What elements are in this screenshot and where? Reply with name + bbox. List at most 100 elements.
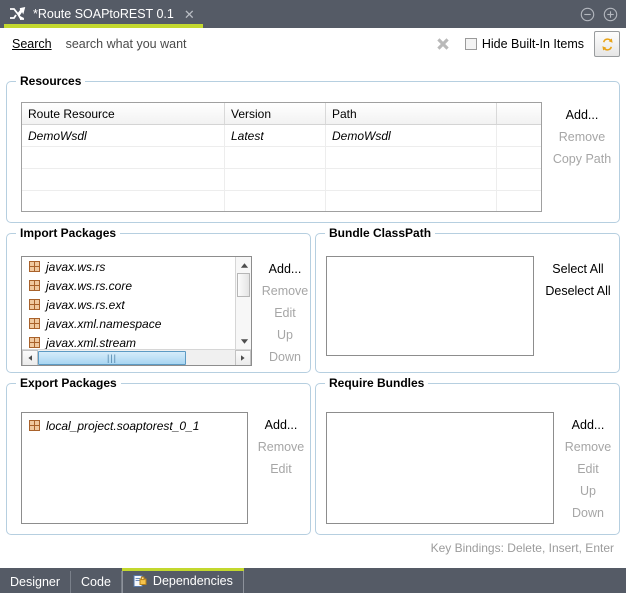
vertical-scroll-thumb[interactable] bbox=[237, 273, 250, 297]
cell-empty bbox=[22, 147, 225, 168]
table-row-empty[interactable] bbox=[22, 169, 541, 191]
require-bundles-add-button[interactable]: Add... bbox=[559, 414, 617, 436]
hide-builtin-checkbox[interactable] bbox=[465, 38, 477, 50]
cell-version: Latest bbox=[225, 125, 326, 146]
hide-builtin-checkbox-wrap[interactable]: Hide Built-In Items bbox=[465, 37, 584, 51]
column-header-version[interactable]: Version bbox=[225, 103, 326, 124]
export-packages-group-title: Export Packages bbox=[16, 376, 121, 390]
table-row-empty[interactable] bbox=[22, 191, 541, 212]
horizontal-scrollbar[interactable]: ||| bbox=[22, 349, 251, 365]
package-icon bbox=[28, 317, 41, 330]
column-header-path[interactable]: Path bbox=[326, 103, 497, 124]
editor-tab-route-soaptorest[interactable]: *Route SOAPtoREST 0.1 ✕ bbox=[0, 0, 203, 28]
import-packages-list[interactable]: javax.ws.rs javax.ws.rs.core bbox=[21, 256, 252, 366]
search-toolbar: Search Hide Built-In Items bbox=[0, 28, 626, 60]
tab-designer-label: Designer bbox=[10, 575, 60, 589]
cell-extra bbox=[497, 125, 541, 146]
require-bundles-edit-button[interactable]: Edit bbox=[559, 458, 617, 480]
require-bundles-down-button[interactable]: Down bbox=[559, 502, 617, 524]
refresh-sync-button[interactable] bbox=[594, 31, 620, 57]
column-header-route-resource[interactable]: Route Resource bbox=[22, 103, 225, 124]
maximize-circle-icon[interactable] bbox=[603, 7, 618, 22]
horizontal-scroll-track[interactable]: ||| bbox=[38, 350, 235, 366]
window-controls bbox=[580, 0, 618, 28]
list-item-label: javax.ws.rs bbox=[46, 260, 105, 274]
cell-empty bbox=[497, 147, 541, 168]
dependencies-icon bbox=[133, 574, 147, 588]
resources-group-title: Resources bbox=[16, 74, 85, 88]
import-packages-up-button[interactable]: Up bbox=[256, 324, 314, 346]
column-header-extra[interactable] bbox=[497, 103, 541, 124]
require-bundles-up-button[interactable]: Up bbox=[559, 480, 617, 502]
window-titlebar: *Route SOAPtoREST 0.1 ✕ bbox=[0, 0, 626, 28]
search-label[interactable]: Search bbox=[12, 37, 52, 51]
close-icon[interactable]: ✕ bbox=[184, 8, 195, 21]
cell-empty bbox=[326, 147, 497, 168]
scroll-left-icon[interactable] bbox=[22, 350, 38, 366]
editor-bottom-tabbar: Designer Code Dependencies bbox=[0, 568, 626, 593]
cell-path: DemoWsdl bbox=[326, 125, 497, 146]
require-bundles-list[interactable] bbox=[326, 412, 554, 524]
import-packages-remove-button[interactable]: Remove bbox=[256, 280, 314, 302]
cell-empty bbox=[497, 191, 541, 212]
resources-table[interactable]: Route Resource Version Path DemoWsdl Lat… bbox=[21, 102, 542, 212]
resources-copy-path-button[interactable]: Copy Path bbox=[547, 148, 617, 170]
clear-x-icon[interactable] bbox=[435, 36, 451, 52]
scroll-right-icon[interactable] bbox=[235, 350, 251, 366]
cell-empty bbox=[225, 191, 326, 212]
bundle-classpath-group: Bundle ClassPath Select All Deselect All bbox=[315, 233, 620, 373]
import-packages-actions: Add... Remove Edit Up Down bbox=[256, 258, 314, 368]
cell-empty bbox=[497, 169, 541, 190]
editor-tab-label: *Route SOAPtoREST 0.1 bbox=[33, 7, 174, 21]
list-item[interactable]: javax.ws.rs.ext bbox=[22, 295, 235, 314]
vertical-scrollbar[interactable] bbox=[235, 257, 251, 349]
list-item[interactable]: local_project.soaptorest_0_1 bbox=[22, 416, 247, 435]
hide-builtin-label: Hide Built-In Items bbox=[482, 37, 584, 51]
import-packages-down-button[interactable]: Down bbox=[256, 346, 314, 368]
list-item[interactable]: javax.xml.namespace bbox=[22, 314, 235, 333]
list-item[interactable]: javax.ws.rs.core bbox=[22, 276, 235, 295]
minimize-circle-icon[interactable] bbox=[580, 7, 595, 22]
tab-code[interactable]: Code bbox=[71, 571, 122, 593]
cell-empty bbox=[225, 169, 326, 190]
bundle-classpath-deselect-all-button[interactable]: Deselect All bbox=[538, 280, 618, 302]
resources-table-header: Route Resource Version Path bbox=[22, 103, 541, 125]
scroll-thumb-grip-icon: ||| bbox=[107, 353, 117, 363]
cell-empty bbox=[22, 191, 225, 212]
package-icon bbox=[28, 298, 41, 311]
bundle-classpath-actions: Select All Deselect All bbox=[538, 258, 618, 302]
cell-empty bbox=[326, 169, 497, 190]
resources-group: Resources Route Resource Version Path De… bbox=[6, 81, 620, 223]
search-input[interactable] bbox=[66, 37, 435, 51]
resources-remove-button[interactable]: Remove bbox=[547, 126, 617, 148]
cell-empty bbox=[22, 169, 225, 190]
bundle-classpath-list[interactable] bbox=[326, 256, 534, 356]
list-item-label: javax.xml.namespace bbox=[46, 317, 161, 331]
bundle-classpath-group-title: Bundle ClassPath bbox=[325, 226, 435, 240]
table-row-empty[interactable] bbox=[22, 147, 541, 169]
list-item[interactable]: javax.ws.rs bbox=[22, 257, 235, 276]
import-packages-edit-button[interactable]: Edit bbox=[256, 302, 314, 324]
resources-add-button[interactable]: Add... bbox=[547, 104, 617, 126]
resources-actions: Add... Remove Copy Path bbox=[547, 104, 617, 170]
tab-dependencies[interactable]: Dependencies bbox=[122, 568, 244, 593]
package-icon bbox=[28, 419, 41, 432]
table-row[interactable]: DemoWsdl Latest DemoWsdl bbox=[22, 125, 541, 147]
bundle-classpath-select-all-button[interactable]: Select All bbox=[538, 258, 618, 280]
import-packages-add-button[interactable]: Add... bbox=[256, 258, 314, 280]
export-packages-edit-button[interactable]: Edit bbox=[252, 458, 310, 480]
tab-designer[interactable]: Designer bbox=[0, 571, 71, 593]
list-item[interactable]: javax.xml.stream bbox=[22, 333, 235, 349]
horizontal-scroll-thumb[interactable]: ||| bbox=[38, 351, 186, 365]
cell-empty bbox=[326, 191, 497, 212]
export-packages-list[interactable]: local_project.soaptorest_0_1 bbox=[21, 412, 248, 524]
require-bundles-remove-button[interactable]: Remove bbox=[559, 436, 617, 458]
route-shuffle-icon bbox=[8, 5, 26, 23]
list-item-label: local_project.soaptorest_0_1 bbox=[46, 419, 199, 433]
list-item-label: javax.ws.rs.ext bbox=[46, 298, 125, 312]
import-packages-group: Import Packages javax.ws.rs bbox=[6, 233, 311, 373]
export-packages-remove-button[interactable]: Remove bbox=[252, 436, 310, 458]
export-packages-add-button[interactable]: Add... bbox=[252, 414, 310, 436]
scroll-up-icon[interactable] bbox=[236, 257, 252, 273]
scroll-down-icon[interactable] bbox=[236, 333, 252, 349]
